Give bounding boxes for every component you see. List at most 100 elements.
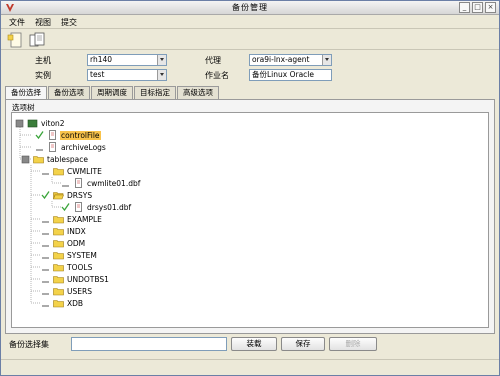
tree-node-label: TOOLS <box>67 262 93 272</box>
checkbox-icon[interactable] <box>40 238 51 248</box>
save-button[interactable]: 保存 <box>281 337 325 351</box>
tree-node[interactable]: UNDOTBS1 <box>40 273 110 285</box>
tab-schedule[interactable]: 周期调度 <box>91 86 133 99</box>
tree-node[interactable]: XDB <box>40 297 84 309</box>
chevron-down-icon[interactable] <box>157 70 166 80</box>
folder-icon <box>53 276 64 284</box>
load-button[interactable]: 装载 <box>231 337 277 351</box>
tab-backup-options[interactable]: 备份选项 <box>48 86 90 99</box>
checkbox-icon[interactable] <box>40 286 51 296</box>
checkbox-icon[interactable] <box>34 130 45 140</box>
new-doc-icon[interactable] <box>7 32 25 48</box>
tree-node-label: XDB <box>67 298 84 308</box>
tree-node-label: SYSTEM <box>67 250 97 260</box>
tree-node-label: EXAMPLE <box>67 214 102 224</box>
instance-select[interactable]: test <box>87 69 167 81</box>
folder-icon <box>53 288 64 296</box>
job-form: 主机 rh140 代理 ora9i-lnx-agent 实例 test 作业名 … <box>1 51 499 85</box>
option-tree[interactable]: viton2 controlFile archiveLogs tablespace CW… <box>11 112 489 328</box>
instance-value: test <box>90 70 105 79</box>
folder-icon <box>53 264 64 272</box>
checkbox-icon[interactable] <box>40 190 51 200</box>
tree-node[interactable]: controlFile <box>34 129 101 141</box>
folder-icon <box>53 168 64 176</box>
checkbox-icon[interactable] <box>40 226 51 236</box>
agent-select[interactable]: ora9i-lnx-agent <box>249 54 332 66</box>
tab-bar: 备份选择 备份选项 周期调度 目标指定 高级选项 <box>5 86 220 100</box>
host-select[interactable]: rh140 <box>87 54 167 66</box>
selection-set-bar: 备份选择集 装载 保存 删除 <box>5 335 495 355</box>
tree-node[interactable]: ODM <box>40 237 86 249</box>
checkbox-icon[interactable] <box>14 118 25 128</box>
tree-node-label: drsys01.dbf <box>87 202 132 212</box>
tree-node-label: INDX <box>67 226 86 236</box>
tree-node-label: viton2 <box>41 118 65 128</box>
tree-node-label: archiveLogs <box>61 142 106 152</box>
instance-label: 实例 <box>35 71 51 80</box>
tree-node[interactable]: TOOLS <box>40 261 93 273</box>
checkbox-icon[interactable] <box>40 274 51 284</box>
folder-icon <box>53 192 64 200</box>
tree-node[interactable]: tablespace <box>20 153 89 165</box>
delete-button[interactable]: 删除 <box>329 337 377 351</box>
toolbar <box>1 30 499 50</box>
tree-node[interactable]: INDX <box>40 225 87 237</box>
file-icon <box>75 178 82 188</box>
tree-node-label: cwmlite01.dbf <box>87 178 141 188</box>
title-bar[interactable]: 备份管理 _ □ × <box>1 1 499 15</box>
checkbox-icon[interactable] <box>60 178 71 188</box>
folder-icon <box>53 252 64 260</box>
tree-node[interactable]: USERS <box>40 285 93 297</box>
checkbox-icon[interactable] <box>40 262 51 272</box>
checkbox-icon[interactable] <box>40 166 51 176</box>
minimize-button[interactable]: _ <box>459 2 470 13</box>
chevron-down-icon[interactable] <box>322 55 331 65</box>
checkbox-icon[interactable] <box>60 202 71 212</box>
menu-submit[interactable]: 提交 <box>61 17 77 28</box>
checkbox-icon[interactable] <box>34 142 45 152</box>
menu-view[interactable]: 视图 <box>35 17 51 28</box>
agent-value: ora9i-lnx-agent <box>252 55 310 64</box>
file-icon <box>49 130 56 140</box>
close-button[interactable]: × <box>485 2 496 13</box>
folder-icon <box>53 228 64 236</box>
tab-advanced[interactable]: 高级选项 <box>177 86 219 99</box>
file-icon <box>49 142 56 152</box>
folder-icon <box>53 300 64 308</box>
chevron-down-icon[interactable] <box>157 55 166 65</box>
tree-node[interactable]: SYSTEM <box>40 249 98 261</box>
tree-node[interactable]: DRSYS <box>40 189 93 201</box>
docs-icon[interactable] <box>28 32 46 48</box>
tree-node[interactable]: CWMLITE <box>40 165 103 177</box>
tab-target[interactable]: 目标指定 <box>134 86 176 99</box>
tree-node-label: tablespace <box>47 154 88 164</box>
tree-node-label: UNDOTBS1 <box>67 274 109 284</box>
job-name-input[interactable]: 备份Linux Oracle <box>249 69 332 81</box>
selection-set-label: 备份选择集 <box>9 340 49 349</box>
host-value: rh140 <box>90 55 113 64</box>
checkbox-icon[interactable] <box>20 154 31 164</box>
menu-file[interactable]: 文件 <box>9 17 25 28</box>
checkbox-icon[interactable] <box>40 214 51 224</box>
selection-set-input[interactable] <box>71 337 227 351</box>
maximize-button[interactable]: □ <box>472 2 483 13</box>
status-bar <box>1 359 499 375</box>
tree-node-label: controlFile <box>60 130 101 140</box>
window-title: 备份管理 <box>232 3 268 12</box>
folder-icon <box>53 240 64 248</box>
tree-node[interactable]: archiveLogs <box>34 141 107 153</box>
tree-node[interactable]: viton2 <box>14 117 66 129</box>
folder-icon <box>53 216 64 224</box>
backup-selection-panel: 选项树 viton2 controlFile archiveLogs table… <box>5 99 495 334</box>
database-icon <box>27 119 38 128</box>
tab-backup-selection[interactable]: 备份选择 <box>5 86 47 100</box>
checkbox-icon[interactable] <box>40 298 51 308</box>
tree-node[interactable]: cwmlite01.dbf <box>60 177 141 189</box>
host-label: 主机 <box>35 56 51 65</box>
tree-node[interactable]: EXAMPLE <box>40 213 103 225</box>
checkbox-icon[interactable] <box>40 250 51 260</box>
file-icon <box>75 202 82 212</box>
tree-node[interactable]: drsys01.dbf <box>60 201 132 213</box>
agent-label: 代理 <box>205 56 221 65</box>
tree-node-label: ODM <box>67 238 86 248</box>
